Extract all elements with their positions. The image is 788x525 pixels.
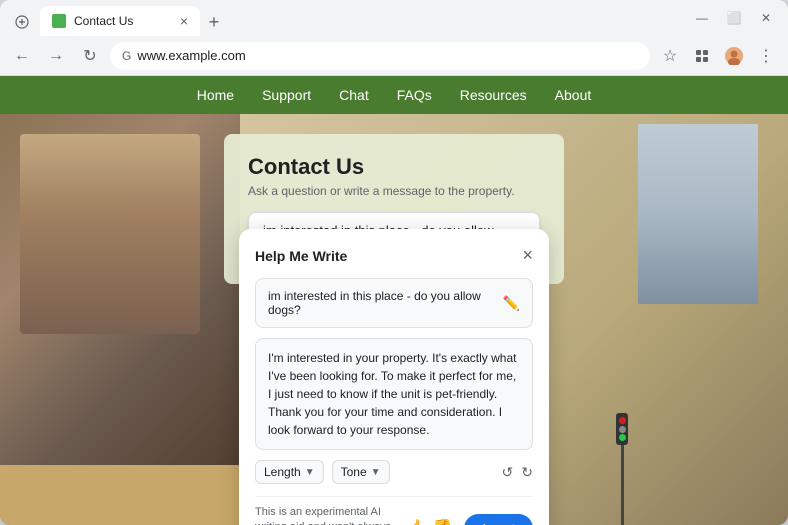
help-me-write-popup: Help Me Write × im interested in this pl… (239, 229, 549, 525)
maximize-button[interactable]: ⬜ (720, 4, 748, 32)
hmw-footer: This is an experimental AI writing aid a… (255, 496, 533, 525)
url-text: www.example.com (137, 48, 638, 63)
nav-about[interactable]: About (555, 87, 592, 103)
reload-button[interactable]: ↻ (76, 42, 104, 70)
new-tab-button[interactable]: + (200, 8, 228, 36)
tab-favicon (52, 14, 66, 28)
hmw-insert-button[interactable]: Insert (464, 514, 533, 525)
contact-title: Contact Us (248, 154, 540, 180)
content-overlay: Contact Us Ask a question or write a mes… (0, 114, 788, 525)
window-controls: — ⬜ ✕ (688, 4, 780, 32)
close-button[interactable]: ✕ (752, 4, 780, 32)
browser-window: Contact Us × + — ⬜ ✕ ← → ↻ G www.example… (0, 0, 788, 525)
title-bar: Contact Us × + — ⬜ ✕ (0, 0, 788, 36)
hmw-undo-button[interactable]: ↺ (502, 464, 514, 481)
hmw-feedback: 👍 👎 (407, 518, 453, 525)
back-button[interactable]: ← (8, 42, 36, 70)
tab-close-button[interactable]: × (180, 13, 188, 29)
hmw-edit-icon[interactable]: ✏️ (503, 295, 520, 312)
tab-title: Contact Us (74, 14, 172, 28)
hmw-length-select[interactable]: Length ▼ (255, 460, 324, 484)
hmw-input-text: im interested in this place - do you all… (268, 289, 503, 317)
nav-faqs[interactable]: FAQs (397, 87, 432, 103)
minimize-button[interactable]: — (688, 4, 716, 32)
hmw-tone-arrow: ▼ (371, 467, 381, 478)
active-tab[interactable]: Contact Us × (40, 6, 200, 36)
hmw-tone-label: Tone (341, 465, 367, 479)
nav-support[interactable]: Support (262, 87, 311, 103)
hmw-length-arrow: ▼ (305, 467, 315, 478)
site-navigation: Home Support Chat FAQs Resources About (0, 76, 788, 114)
hmw-title: Help Me Write (255, 248, 347, 264)
toolbar-icons: ☆ ⋮ (656, 42, 780, 70)
profile-button[interactable] (720, 42, 748, 70)
url-bar[interactable]: G www.example.com (110, 42, 650, 70)
hmw-disclaimer-text: This is an experimental AI writing aid a… (255, 506, 391, 525)
address-bar: ← → ↻ G www.example.com ☆ ⋮ (0, 36, 788, 76)
nav-home[interactable]: Home (197, 87, 234, 103)
new-tab-icon: + (209, 12, 220, 33)
tab-strip-left (8, 8, 36, 36)
hmw-thumbs-up-button[interactable]: 👍 (407, 518, 427, 525)
hmw-refresh-button[interactable]: ↻ (521, 464, 533, 481)
tab-bar: Contact Us × + (8, 0, 676, 36)
hero-section: Contact Us Ask a question or write a mes… (0, 114, 788, 525)
hmw-close-button[interactable]: × (522, 245, 533, 266)
hmw-input-area: im interested in this place - do you all… (255, 278, 533, 328)
bookmark-button[interactable]: ☆ (656, 42, 684, 70)
extensions-button[interactable] (688, 42, 716, 70)
hmw-thumbs-down-button[interactable]: 👎 (433, 518, 453, 525)
hmw-result-text: I'm interested in your property. It's ex… (255, 338, 533, 450)
nav-chat[interactable]: Chat (339, 87, 369, 103)
forward-button[interactable]: → (42, 42, 70, 70)
google-icon: G (122, 49, 131, 63)
menu-button[interactable]: ⋮ (752, 42, 780, 70)
website-content: Home Support Chat FAQs Resources About (0, 76, 788, 525)
hmw-length-label: Length (264, 465, 301, 479)
hmw-tone-select[interactable]: Tone ▼ (332, 460, 390, 484)
contact-subtitle: Ask a question or write a message to the… (248, 184, 540, 198)
hmw-header: Help Me Write × (255, 245, 533, 266)
hmw-disclaimer: This is an experimental AI writing aid a… (255, 505, 407, 525)
nav-resources[interactable]: Resources (460, 87, 527, 103)
hmw-controls: Length ▼ Tone ▼ ↺ ↻ (255, 460, 533, 484)
